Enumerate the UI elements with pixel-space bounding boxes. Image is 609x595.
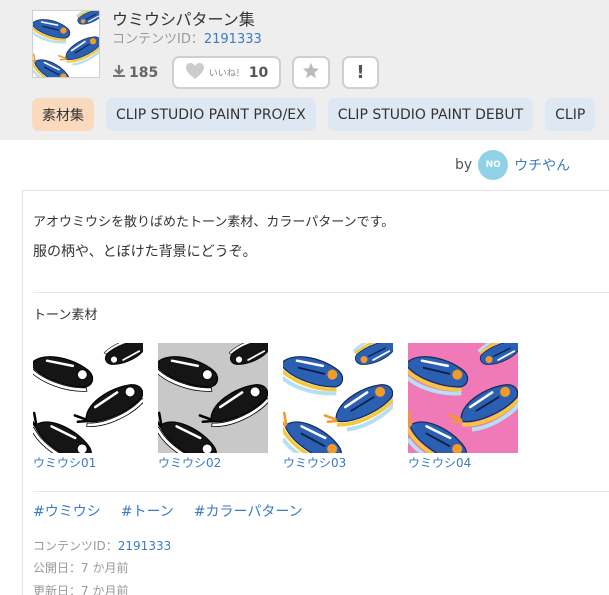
hashtag-link[interactable]: #トーン: [121, 501, 174, 521]
divider: [33, 491, 609, 492]
material-tile-01[interactable]: ウミウシ01: [33, 343, 143, 471]
meta-updated: 更新日：7 か月前: [33, 584, 129, 595]
description-line-1: アオウミウシを散りばめたトーン素材、カラーパターンです。: [33, 215, 395, 230]
like-label: いいね！: [208, 69, 245, 79]
header: ウミウシパターン集 コンテンツID：2191333 185 いいね！ 10 ! …: [0, 0, 609, 140]
tag-category[interactable]: 素材集: [32, 98, 94, 131]
author-line: by NO ウチやん: [455, 150, 570, 180]
material-tile-02[interactable]: ウミウシ02: [158, 343, 268, 471]
tag-pro-ex[interactable]: CLIP STUDIO PAINT PRO/EX: [106, 98, 316, 131]
material-image-gray[interactable]: [158, 343, 268, 453]
material-name[interactable]: ウミウシ02: [158, 454, 268, 471]
meta-content-id: コンテンツID：2191333: [33, 537, 171, 554]
content-panel: アオウミウシを散りばめたトーン素材、カラーパターンです。 服の柄や、とぼけた背景…: [22, 190, 609, 595]
material-image-bw[interactable]: [33, 343, 143, 453]
material-name[interactable]: ウミウシ03: [283, 454, 393, 471]
avatar[interactable]: NO: [478, 150, 509, 180]
divider: [33, 292, 609, 293]
tag-clip-truncated[interactable]: CLIP: [545, 98, 596, 131]
content-id-value[interactable]: 2191333: [204, 32, 262, 47]
material-image-color-white[interactable]: [283, 343, 393, 453]
content-id-label: コンテンツID：: [112, 32, 204, 47]
author-prefix: by: [455, 157, 473, 173]
content-id: コンテンツID：2191333: [112, 28, 262, 47]
tag-debut[interactable]: CLIP STUDIO PAINT DEBUT: [327, 98, 534, 131]
hashtag-list: #ウミウシ #トーン #カラーパターン: [33, 501, 303, 521]
meta-content-id-label: コンテンツID：: [33, 539, 118, 553]
like-count: 10: [248, 64, 269, 81]
material-name[interactable]: ウミウシ01: [33, 454, 143, 471]
material-tile-03[interactable]: ウミウシ03: [283, 343, 393, 471]
material-list: ウミウシ01 ウミウシ02 ウミウシ03 ウミウシ04: [33, 343, 518, 471]
page-title: ウミウシパターン集: [112, 10, 255, 29]
favorite-button[interactable]: [292, 56, 330, 89]
like-button[interactable]: いいね！ 10: [172, 56, 281, 89]
download-count: 185: [112, 64, 158, 82]
material-name[interactable]: ウミウシ04: [408, 454, 518, 471]
material-image-color-pink[interactable]: [408, 343, 518, 453]
content-thumbnail[interactable]: [32, 10, 100, 78]
report-button[interactable]: !: [342, 56, 379, 89]
section-title: トーン素材: [33, 308, 98, 323]
download-icon: [112, 64, 126, 82]
download-count-value: 185: [129, 65, 159, 81]
star-icon: [302, 62, 320, 84]
tag-row: 素材集 CLIP STUDIO PAINT PRO/EX CLIP STUDIO…: [32, 98, 596, 131]
hashtag-link[interactable]: #カラーパターン: [194, 501, 303, 521]
author-name[interactable]: ウチやん: [514, 155, 570, 175]
heart-icon: [185, 62, 205, 84]
meta-published: 公開日：7 か月前: [33, 561, 129, 575]
meta-content-id-value[interactable]: 2191333: [118, 539, 171, 553]
description-line-2: 服の柄や、とぼけた背景にどうぞ。: [33, 244, 257, 260]
material-tile-04[interactable]: ウミウシ04: [408, 343, 518, 471]
hashtag-link[interactable]: #ウミウシ: [33, 501, 101, 521]
